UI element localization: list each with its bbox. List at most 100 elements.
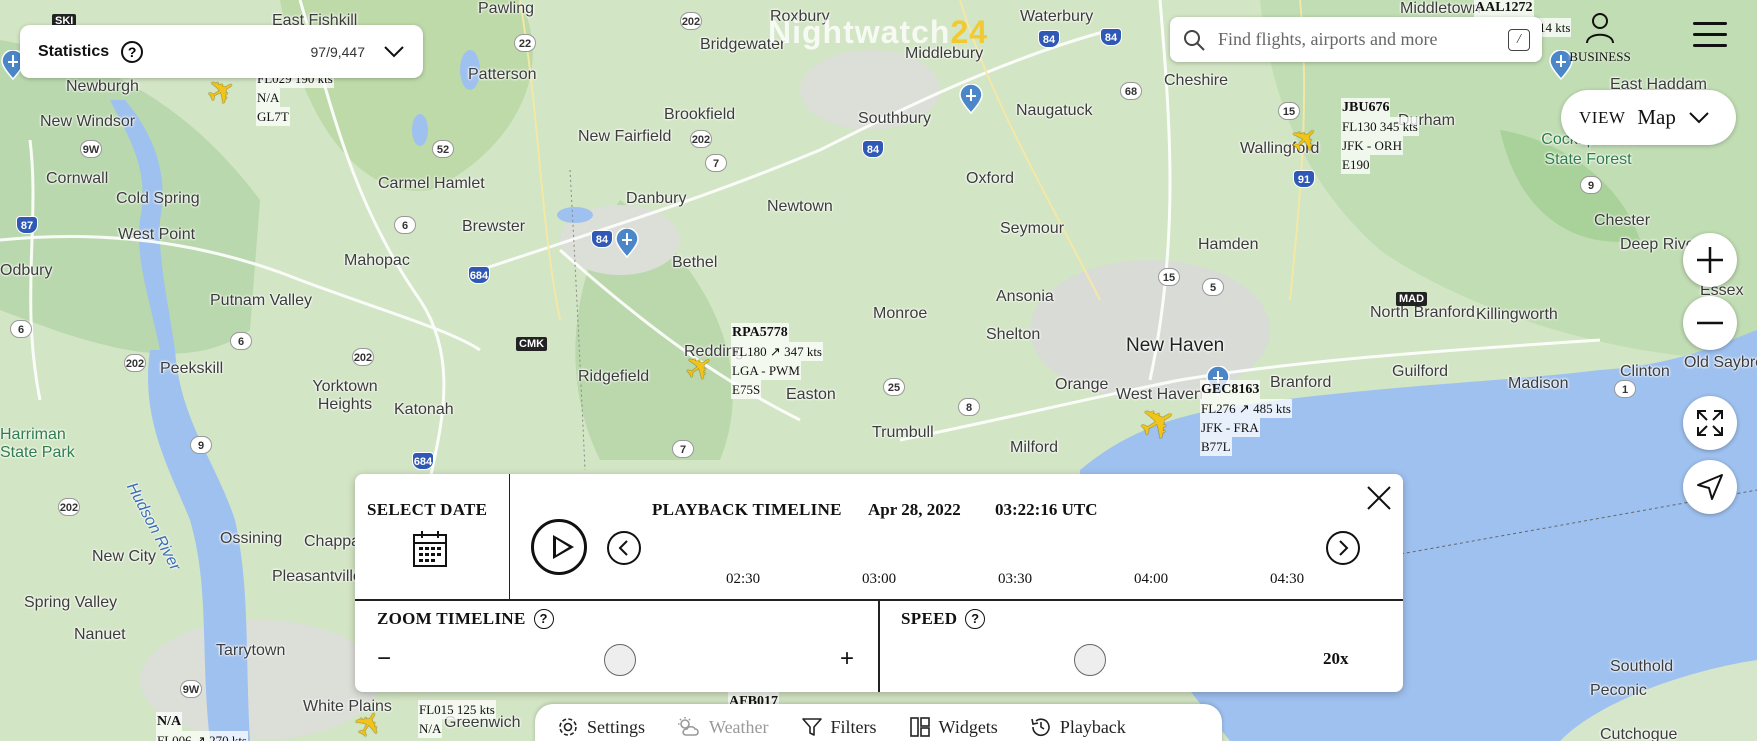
place-label: Pleasantville [272,568,362,585]
interstate-shield: 684 [412,452,434,470]
flight-callsign: AAL1272 [1474,0,1534,17]
weather-label: Weather [709,716,769,737]
airport-label[interactable]: CMK [516,337,548,351]
road-shield: 7 [672,440,694,458]
settings-button[interactable]: Settings [557,716,645,738]
filters-button[interactable]: Filters [801,716,877,738]
airport-pin-icon[interactable] [614,228,640,258]
road-shield: 6 [230,332,252,350]
play-button[interactable] [531,519,587,575]
timeline-forward-button[interactable] [1326,531,1360,565]
speed-header: SPEED ? [901,609,986,629]
view-value: Map [1637,105,1676,129]
widgets-button[interactable]: Widgets [909,716,998,738]
zoom-in-button[interactable] [1683,233,1737,287]
navigation-arrow-icon [1697,474,1723,500]
place-label: Danbury [626,190,687,207]
panel-divider [878,600,880,692]
playback-button[interactable]: Playback [1030,716,1126,738]
widgets-icon [909,717,930,737]
chevron-down-icon[interactable] [383,45,405,59]
place-label: Tarrytown [216,642,286,659]
weather-icon [678,717,699,736]
place-label: Middletown [1400,0,1481,17]
road-shield: 7 [705,154,727,172]
flight-label[interactable]: GEC8163 FL276 ↗ 485 kts JFK - FRA B77L [1200,380,1292,456]
flight-label[interactable]: N/A FL006 ↗ 270 kts [156,712,248,741]
statistics-panel[interactable]: Statistics ? 97/9,447 [20,25,423,78]
airport-pin-icon[interactable] [958,84,984,114]
zoom-in-timeline-button[interactable]: + [840,644,854,674]
locate-button[interactable] [1683,460,1737,514]
select-date-section[interactable]: SELECT DATE [355,474,510,599]
close-icon[interactable] [1365,484,1393,512]
view-selector[interactable]: VIEW Map [1561,90,1736,145]
place-label: Peekskill [160,360,224,377]
place-label: Pawling [478,0,535,17]
place-label: Patterson [468,66,537,83]
playback-label: Playback [1059,716,1126,737]
menu-icon[interactable] [1693,22,1727,52]
road-shield: 202 [58,498,80,516]
flight-callsign: RPA5778 [731,323,789,342]
place-label: Brookfield [664,106,736,123]
zoom-timeline-label: ZOOM TIMELINE [377,609,526,628]
search-input[interactable]: Find flights, airports and more [1218,29,1508,50]
help-icon[interactable]: ? [121,40,144,63]
place-label: Waterbury [1020,8,1094,25]
timeline-tick[interactable]: 04:30 [1270,571,1304,588]
account-button[interactable]: BUSINESS [1560,12,1640,65]
road-shield: 6 [10,320,32,338]
interstate-shield: 84 [591,230,613,248]
help-icon[interactable]: ? [533,609,554,629]
timeline-tick[interactable]: 04:00 [1134,571,1168,588]
app-logo: Nightwatch24 [768,14,988,51]
flight-label[interactable]: JBU676 FL130 345 kts JFK - ORH E190 [1341,98,1419,174]
flight-route: JFK - FRA [1200,418,1260,437]
timeline-tick[interactable]: 03:30 [998,571,1032,588]
flight-altitude-speed: FL130 345 kts [1341,117,1419,136]
timeline-tick[interactable]: 03:00 [862,571,896,588]
search-icon [1184,29,1205,51]
road-shield: 68 [1120,82,1142,100]
flight-route: N/A [256,88,281,107]
flight-aircraft-type: E75S [731,380,762,399]
flight-label[interactable]: RPA5778 FL180 ↗ 347 kts LGA - PWM E75S [731,323,823,399]
fullscreen-button[interactable] [1683,396,1737,450]
place-label: New City [92,548,157,565]
zoom-out-button[interactable] [1683,296,1737,350]
flight-label[interactable]: FL015 125 kts N/A [418,700,496,738]
timeline-back-button[interactable] [607,531,641,565]
minus-icon [1697,321,1723,325]
place-label: Trumbull [872,424,934,441]
statistics-title: Statistics [38,42,110,60]
flight-aircraft-type: B77L [1200,437,1232,456]
place-label: Bethel [672,254,718,271]
airport-label[interactable]: MAD [1396,292,1428,306]
flight-aircraft-type: E190 [1341,155,1371,174]
speed-slider[interactable] [1074,644,1106,676]
place-label: Peconic [1590,682,1647,699]
search-bar[interactable]: Find flights, airports and more / [1170,17,1542,62]
zoom-out-timeline-button[interactable]: − [377,644,391,674]
flight-altitude-speed: FL015 125 kts [418,700,496,719]
place-label: Shelton [986,326,1041,343]
timeline-tick[interactable]: 02:30 [726,571,760,588]
weather-button[interactable]: Weather [677,716,769,738]
select-date-label: SELECT DATE [367,500,488,519]
place-label: Hamden [1198,236,1259,253]
interstate-shield: 84 [862,140,884,158]
zoom-timeline-slider[interactable] [604,644,636,676]
view-label: VIEW [1579,107,1626,127]
search-shortcut-key: / [1508,28,1530,51]
place-label: Naugatuck [1016,102,1093,119]
playback-title: PLAYBACK TIMELINE [652,500,842,519]
place-label: Yorktown Heights [312,378,378,413]
place-label: Monroe [873,305,928,322]
road-shield: 6 [394,216,416,234]
help-icon[interactable]: ? [965,609,986,629]
flight-callsign: JBU676 [1341,98,1391,117]
calendar-icon[interactable] [412,530,448,568]
place-label: Cheshire [1164,72,1229,89]
place-label: Cornwall [46,170,109,187]
